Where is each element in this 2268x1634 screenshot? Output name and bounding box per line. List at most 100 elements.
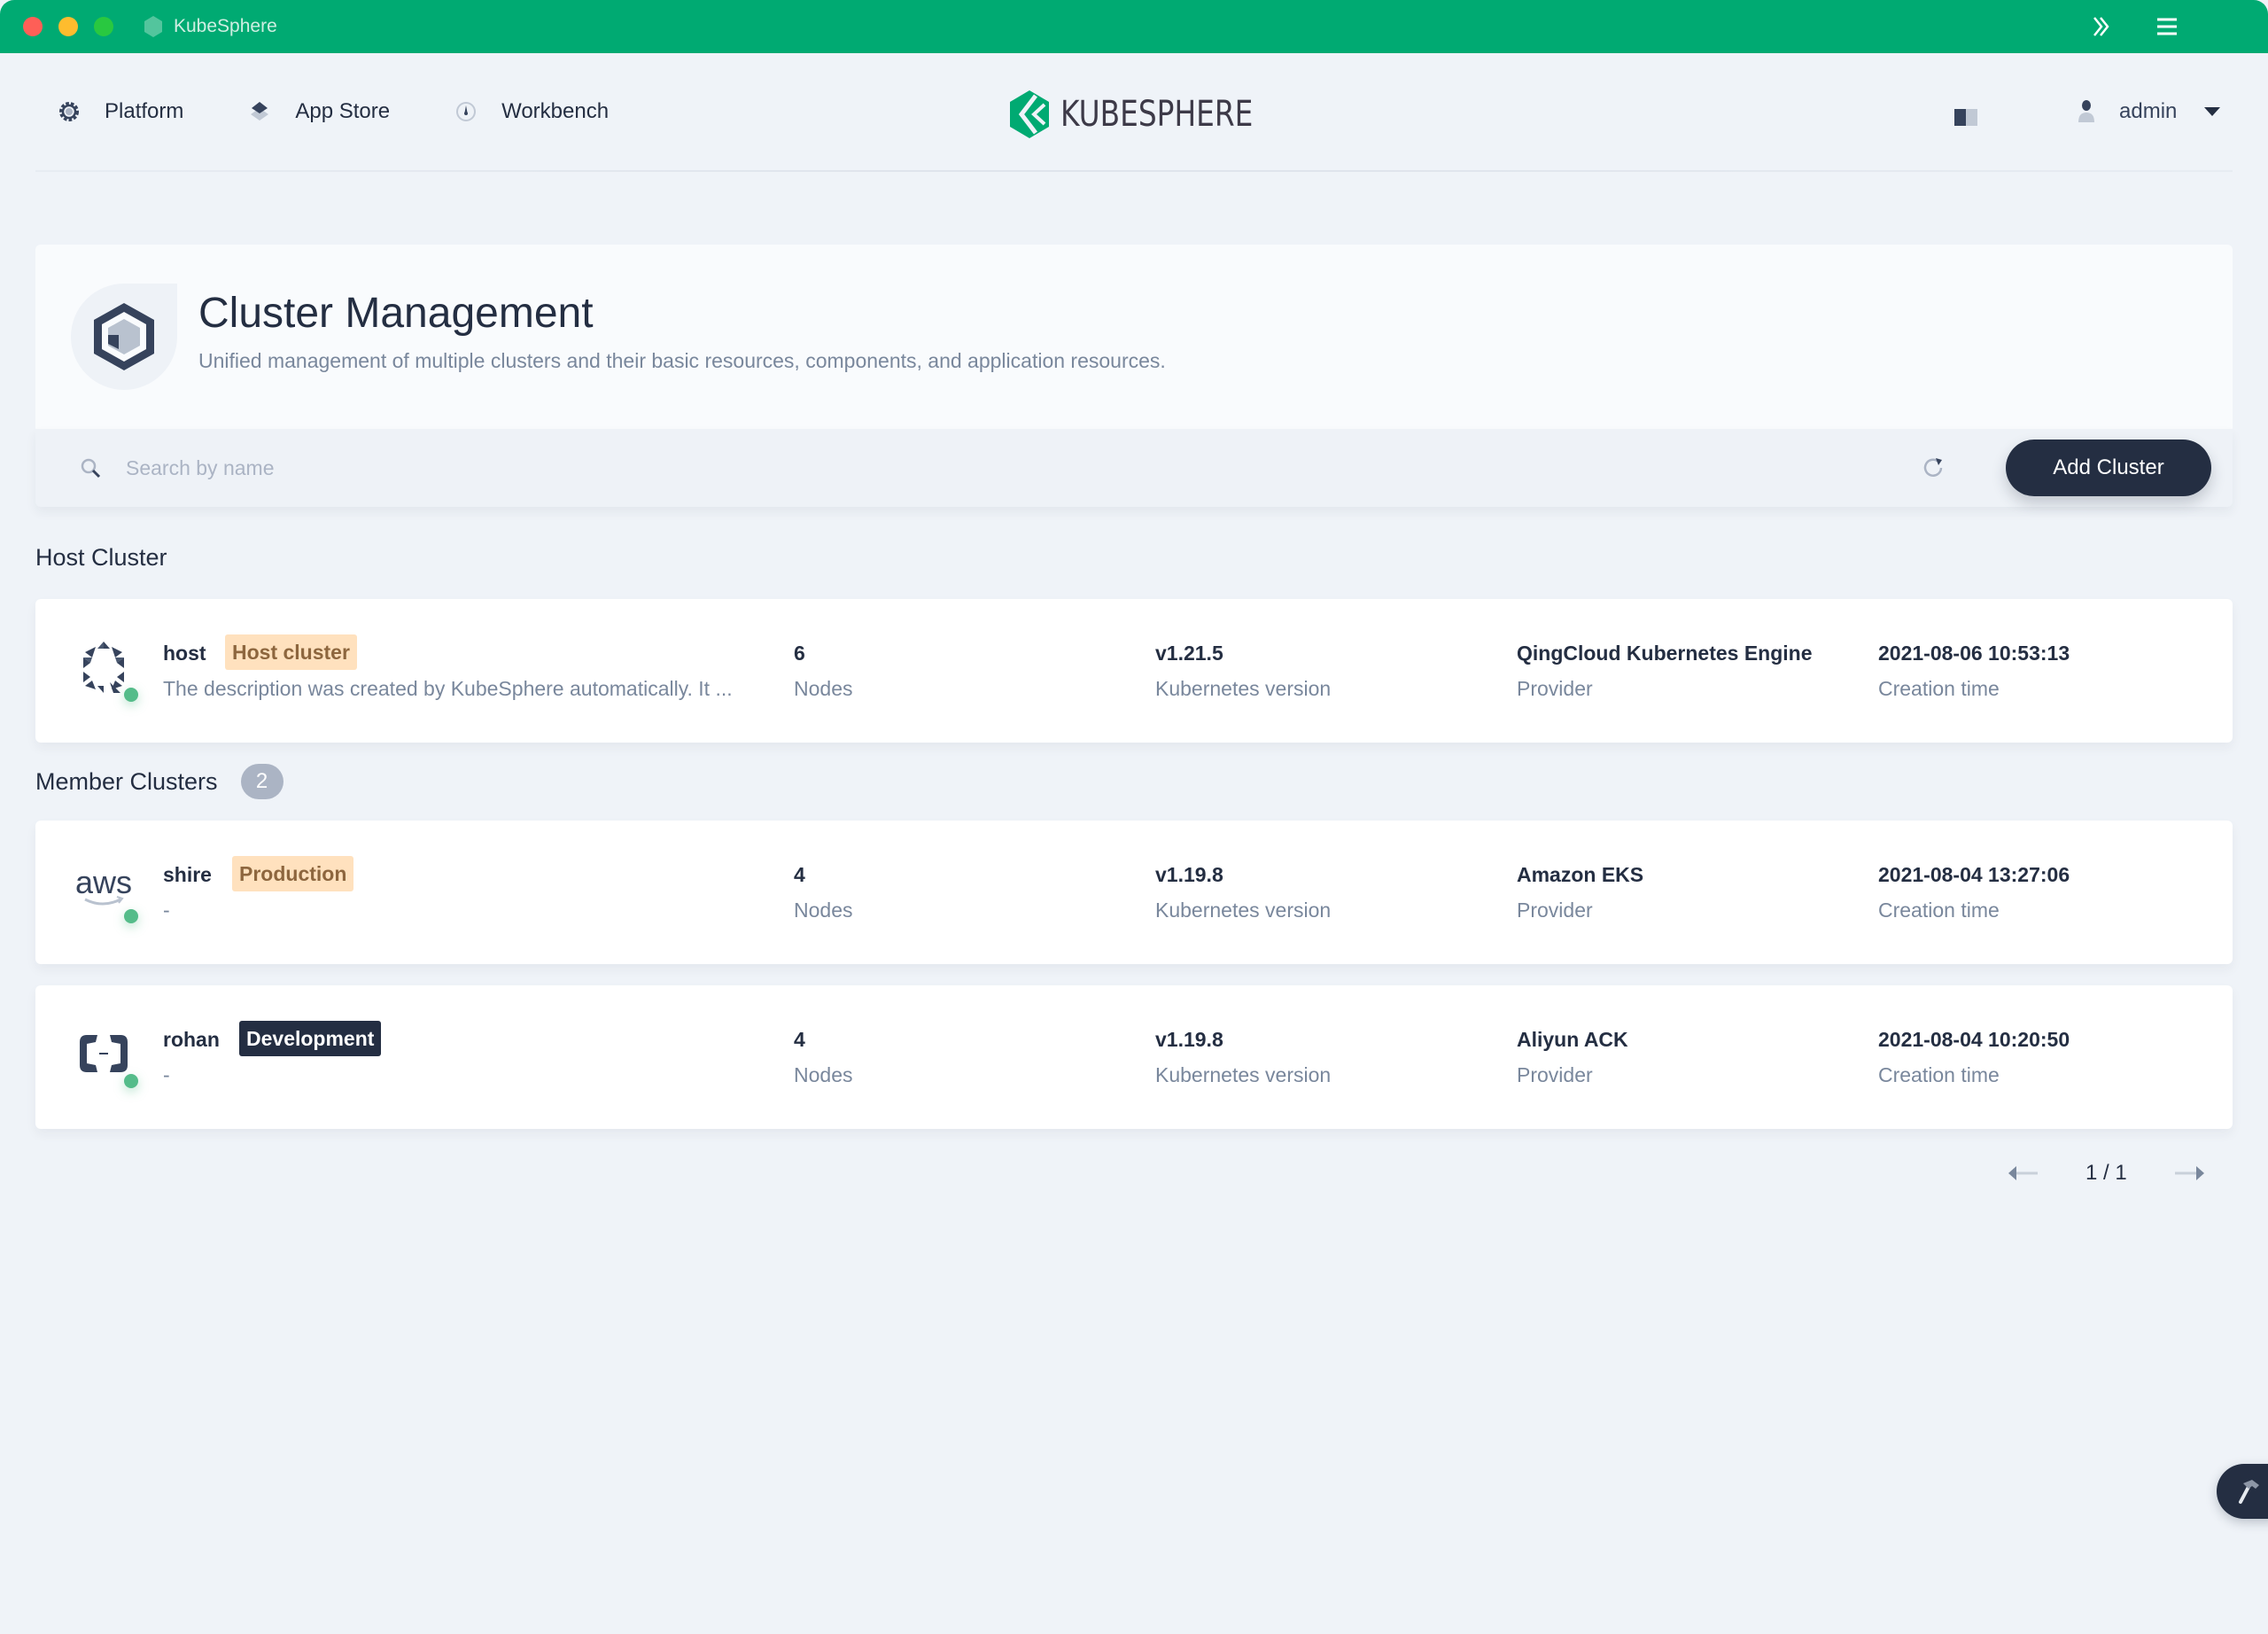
search-input[interactable] [126, 447, 1809, 489]
member-count-badge: 2 [240, 764, 284, 799]
nodes-label: Nodes [794, 899, 853, 922]
nav-item-workbench[interactable]: Workbench [454, 99, 609, 124]
creation-time-label: Creation time [1878, 899, 2000, 922]
cluster-tag: Development [239, 1021, 382, 1056]
arrow-right-icon [2174, 1166, 2204, 1180]
status-indicator [124, 688, 138, 702]
cluster-name[interactable]: shire [163, 863, 212, 887]
window-title: KubeSphere [174, 16, 277, 36]
status-indicator [124, 909, 138, 923]
creation-time-value: 2021-08-04 13:27:06 [1878, 863, 2070, 886]
status-indicator [124, 1074, 138, 1088]
provider-column: Amazon EKS Provider [1517, 861, 1643, 923]
double-chevron-right-icon[interactable] [2087, 12, 2116, 41]
host-cluster-heading: Host Cluster [35, 544, 167, 572]
version-value: v1.19.8 [1155, 1028, 1223, 1051]
nodes-column: 6 Nodes [794, 640, 852, 702]
cluster-card-rohan[interactable]: rohan Development - 4 Nodes v1.19.8 Kube… [35, 985, 2233, 1129]
provider-label: Provider [1517, 899, 1593, 922]
cluster-tag: Production [232, 856, 354, 891]
cluster-card-shire[interactable]: aws shire Production - 4 Nodes v1.19.8 K… [35, 821, 2233, 964]
close-window-button[interactable] [23, 17, 43, 36]
nodes-value: 4 [794, 1028, 805, 1051]
pagination: 1 / 1 [2008, 1161, 2205, 1186]
cluster-description: - [163, 899, 170, 922]
provider-value: QingCloud Kubernetes Engine [1517, 642, 1813, 665]
creation-time-value: 2021-08-06 10:53:13 [1878, 642, 2070, 665]
page-indicator: 1 / 1 [2085, 1161, 2127, 1185]
cluster-name[interactable]: rohan [163, 1028, 220, 1052]
refresh-icon[interactable] [1921, 455, 1946, 480]
cluster-description: - [163, 1063, 170, 1086]
aliyun-icon [80, 1035, 128, 1072]
minimize-window-button[interactable] [58, 17, 78, 36]
page-description: Unified management of multiple clusters … [198, 349, 1166, 372]
qingcloud-icon [83, 642, 124, 693]
nodes-column: 4 Nodes [794, 861, 852, 923]
maximize-window-button[interactable] [94, 17, 113, 36]
nav-item-app-store[interactable]: App Store [247, 99, 390, 124]
nav-label-platform: Platform [105, 99, 184, 123]
user-menu[interactable]: admin [2077, 99, 2221, 124]
hamburger-menu-icon[interactable] [2153, 12, 2181, 41]
nodes-label: Nodes [794, 677, 853, 700]
cluster-icon [94, 303, 154, 370]
nav-label-workbench: Workbench [501, 99, 610, 123]
nodes-value: 4 [794, 863, 805, 886]
creation-time-column: 2021-08-06 10:53:13 Creation time [1878, 640, 2070, 702]
creation-time-value: 2021-08-04 10:20:50 [1878, 1028, 2070, 1051]
version-column: v1.19.8 Kubernetes version [1155, 861, 1331, 923]
page-banner: Cluster Management Unified management of… [35, 245, 2233, 429]
aws-icon-text: aws [74, 864, 133, 900]
creation-time-column: 2021-08-04 13:27:06 Creation time [1878, 861, 2070, 923]
next-page-button[interactable] [2173, 1163, 2205, 1183]
version-value: v1.21.5 [1155, 642, 1223, 665]
provider-column: QingCloud Kubernetes Engine Provider [1517, 640, 1813, 702]
nodes-label: Nodes [794, 1063, 853, 1086]
page-title: Cluster Management [198, 290, 594, 337]
nodes-column: 4 Nodes [794, 1026, 852, 1088]
kubesphere-brand[interactable]: KUBESPHERE [1007, 89, 1295, 140]
provider-label: Provider [1517, 1063, 1593, 1086]
kubesphere-logo-icon [144, 16, 162, 37]
search-icon [81, 458, 101, 479]
window-title-bar: KubeSphere [0, 0, 2268, 53]
version-column: v1.19.8 Kubernetes version [1155, 1026, 1331, 1088]
version-label: Kubernetes version [1155, 677, 1332, 700]
gear-icon [59, 102, 79, 121]
kubesphere-logo-icon [1010, 90, 1049, 138]
username: admin [2119, 99, 2178, 123]
cluster-description: The description was created by KubeSpher… [163, 677, 733, 700]
arrow-left-icon [2008, 1166, 2038, 1180]
provider-value: Aliyun ACK [1517, 1028, 1628, 1051]
user-icon [2078, 100, 2094, 122]
layers-icon [251, 102, 269, 121]
toolbox-button[interactable] [2217, 1464, 2268, 1519]
hammer-icon [2239, 1480, 2259, 1504]
window-controls [23, 17, 113, 36]
caret-down-icon [2204, 107, 2221, 116]
creation-time-column: 2021-08-04 10:20:50 Creation time [1878, 1026, 2070, 1088]
cluster-name[interactable]: host [163, 642, 206, 665]
nav-label-app-store: App Store [295, 99, 391, 123]
version-label: Kubernetes version [1155, 1063, 1332, 1086]
previous-page-button[interactable] [2008, 1163, 2039, 1183]
add-cluster-button[interactable]: Add Cluster [2006, 440, 2211, 496]
creation-time-label: Creation time [1878, 1063, 2000, 1086]
documentation-button[interactable] [1953, 106, 1979, 132]
version-value: v1.19.8 [1155, 863, 1223, 886]
aws-icon: aws [74, 860, 133, 918]
version-column: v1.21.5 Kubernetes version [1155, 640, 1331, 702]
top-navigation: Platform App Store Workbench KUBESPHERE [0, 53, 2268, 172]
version-label: Kubernetes version [1155, 899, 1332, 922]
book-icon [1954, 109, 1977, 126]
cluster-tag: Host cluster [225, 634, 357, 670]
provider-label: Provider [1517, 677, 1593, 700]
nodes-value: 6 [794, 642, 805, 665]
member-clusters-title: Member Clusters [35, 767, 218, 795]
member-clusters-heading: Member Clusters 2 [35, 764, 284, 799]
cluster-card-host[interactable]: host Host cluster The description was cr… [35, 599, 2233, 743]
provider-value: Amazon EKS [1517, 863, 1644, 886]
nav-item-platform[interactable]: Platform [57, 99, 183, 124]
brand-text: KUBESPHERE [1060, 94, 1254, 135]
